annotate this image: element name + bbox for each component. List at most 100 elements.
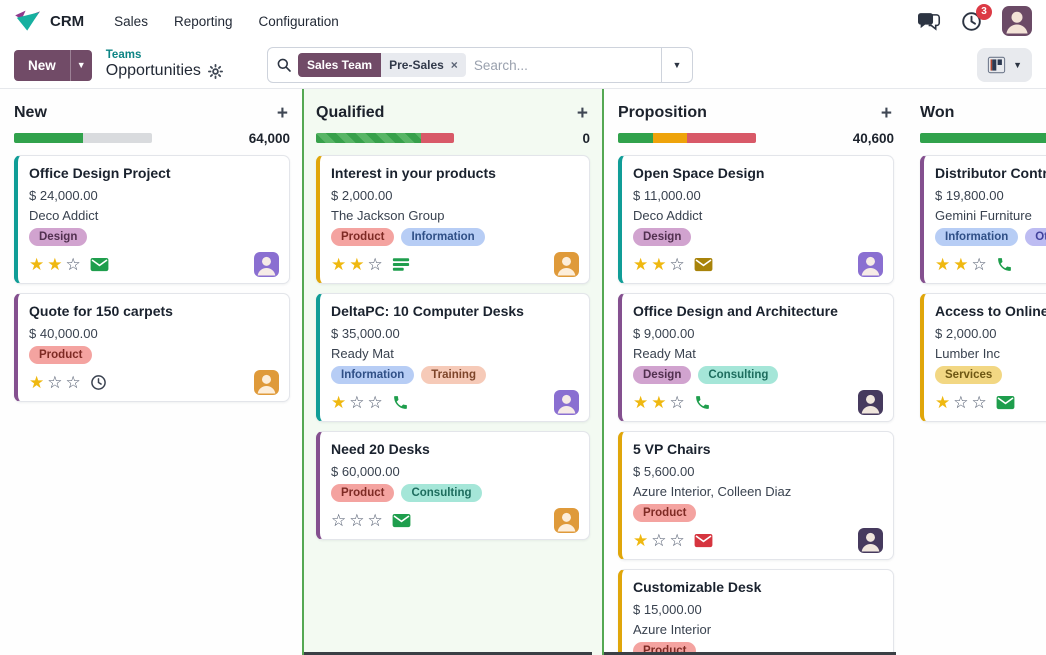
salesperson-avatar[interactable] [554, 508, 579, 533]
new-button[interactable]: New [14, 50, 70, 81]
phone-icon[interactable] [996, 256, 1013, 273]
progress-segment[interactable] [653, 133, 688, 143]
search-input[interactable] [472, 57, 653, 74]
activities-button[interactable]: 3 [961, 11, 982, 32]
view-switcher-button[interactable]: ▼ [977, 48, 1032, 82]
search-dropdown-caret[interactable]: ▼ [661, 48, 692, 82]
star-rating: ★☆☆ [935, 394, 987, 411]
progress-segment[interactable] [687, 133, 756, 143]
clock-icon[interactable] [90, 374, 107, 391]
column-progressbar[interactable] [618, 133, 756, 143]
star-icon[interactable]: ☆ [349, 512, 364, 529]
kanban-card[interactable]: DeltaPC: 10 Computer Desks$ 35,000.00Rea… [316, 293, 590, 422]
progress-segment[interactable] [83, 133, 152, 143]
envelope-icon[interactable] [392, 513, 411, 528]
star-icon[interactable]: ★ [633, 394, 648, 411]
star-icon[interactable]: ☆ [66, 374, 81, 391]
salesperson-avatar[interactable] [858, 252, 883, 277]
column-progressbar[interactable] [14, 133, 152, 143]
breadcrumb: Teams Opportunities [106, 49, 223, 81]
envelope-icon[interactable] [694, 533, 713, 548]
envelope-icon[interactable] [694, 257, 713, 272]
star-icon[interactable]: ☆ [651, 532, 666, 549]
kanban-card[interactable]: Customizable Desk$ 15,000.00Azure Interi… [618, 569, 894, 655]
new-dropdown-caret[interactable]: ▼ [70, 50, 92, 81]
star-icon[interactable]: ★ [953, 256, 968, 273]
star-icon[interactable]: ★ [331, 394, 346, 411]
star-icon[interactable]: ☆ [953, 394, 968, 411]
card-footer: ☆☆☆ [331, 507, 579, 533]
kanban-card[interactable]: Open Space Design$ 11,000.00Deco AddictD… [618, 155, 894, 284]
kanban-card[interactable]: Distributor Contract$ 19,800.00Gemini Fu… [920, 155, 1046, 284]
facet-remove-icon[interactable]: × [451, 58, 458, 72]
column-progressbar[interactable] [920, 133, 1046, 143]
star-icon[interactable]: ★ [29, 374, 44, 391]
salesperson-avatar[interactable] [858, 528, 883, 553]
envelope-icon[interactable] [90, 257, 109, 272]
breadcrumb-teams-link[interactable]: Teams [106, 49, 223, 62]
progress-segment[interactable] [618, 133, 653, 143]
tag-design: Design [633, 228, 691, 246]
progress-segment[interactable] [14, 133, 83, 143]
kanban-card[interactable]: Office Design Project$ 24,000.00Deco Add… [14, 155, 290, 284]
kanban-card[interactable]: Quote for 150 carpets$ 40,000.00Product★… [14, 293, 290, 402]
salesperson-avatar[interactable] [858, 390, 883, 415]
star-icon[interactable]: ★ [47, 256, 62, 273]
column-progressbar[interactable] [316, 133, 454, 143]
star-icon[interactable]: ★ [651, 394, 666, 411]
star-icon[interactable]: ☆ [368, 394, 383, 411]
star-icon[interactable]: ★ [349, 256, 364, 273]
add-record-button[interactable]: + [575, 104, 590, 123]
star-icon[interactable]: ★ [633, 256, 648, 273]
star-icon[interactable]: ☆ [368, 512, 383, 529]
phone-icon[interactable] [392, 394, 409, 411]
card-title: Interest in your products [331, 164, 579, 183]
progress-segment[interactable] [316, 133, 421, 143]
menu-sales[interactable]: Sales [114, 14, 148, 29]
salesperson-avatar[interactable] [554, 252, 579, 277]
star-icon[interactable]: ★ [651, 256, 666, 273]
card-tags: DesignConsulting [633, 366, 883, 384]
star-icon[interactable]: ★ [935, 256, 950, 273]
kanban-card[interactable]: Office Design and Architecture$ 9,000.00… [618, 293, 894, 422]
salesperson-avatar[interactable] [554, 390, 579, 415]
salesperson-avatar[interactable] [254, 370, 279, 395]
list-icon[interactable] [392, 257, 410, 272]
salesperson-avatar[interactable] [254, 252, 279, 277]
star-icon[interactable]: ☆ [972, 256, 987, 273]
phone-icon[interactable] [694, 394, 711, 411]
tag-information: Information [935, 228, 1018, 246]
star-icon[interactable]: ★ [633, 532, 648, 549]
star-icon[interactable]: ☆ [670, 532, 685, 549]
add-record-button[interactable]: + [275, 104, 290, 123]
settings-gear-button[interactable] [208, 64, 223, 79]
star-icon[interactable]: ★ [29, 256, 44, 273]
star-icon[interactable]: ☆ [47, 374, 62, 391]
top-nav-bar: CRM Sales Reporting Configuration 3 [0, 0, 1046, 42]
tag-training: Training [421, 366, 486, 384]
kanban-card[interactable]: 5 VP Chairs$ 5,600.00Azure Interior, Col… [618, 431, 894, 560]
star-icon[interactable]: ☆ [349, 394, 364, 411]
star-icon[interactable]: ☆ [972, 394, 987, 411]
menu-configuration[interactable]: Configuration [259, 14, 339, 29]
tag-product: Product [633, 504, 696, 522]
messages-button[interactable] [918, 12, 941, 31]
add-record-button[interactable]: + [879, 104, 894, 123]
kanban-card[interactable]: Interest in your products$ 2,000.00The J… [316, 155, 590, 284]
star-icon[interactable]: ☆ [66, 256, 81, 273]
star-icon[interactable]: ☆ [670, 394, 685, 411]
app-brand[interactable]: CRM [14, 9, 84, 33]
user-avatar[interactable] [1002, 6, 1032, 36]
star-icon[interactable]: ☆ [368, 256, 383, 273]
star-icon[interactable]: ☆ [331, 512, 346, 529]
star-icon[interactable]: ★ [331, 256, 346, 273]
card-title: Customizable Desk [633, 578, 883, 597]
progress-segment[interactable] [421, 133, 454, 143]
menu-reporting[interactable]: Reporting [174, 14, 233, 29]
envelope-icon[interactable] [996, 395, 1015, 410]
star-icon[interactable]: ★ [935, 394, 950, 411]
progress-segment[interactable] [920, 133, 1046, 143]
star-icon[interactable]: ☆ [670, 256, 685, 273]
kanban-card[interactable]: Access to Online Catalog$ 2,000.00Lumber… [920, 293, 1046, 422]
kanban-card[interactable]: Need 20 Desks$ 60,000.00ProductConsultin… [316, 431, 590, 540]
